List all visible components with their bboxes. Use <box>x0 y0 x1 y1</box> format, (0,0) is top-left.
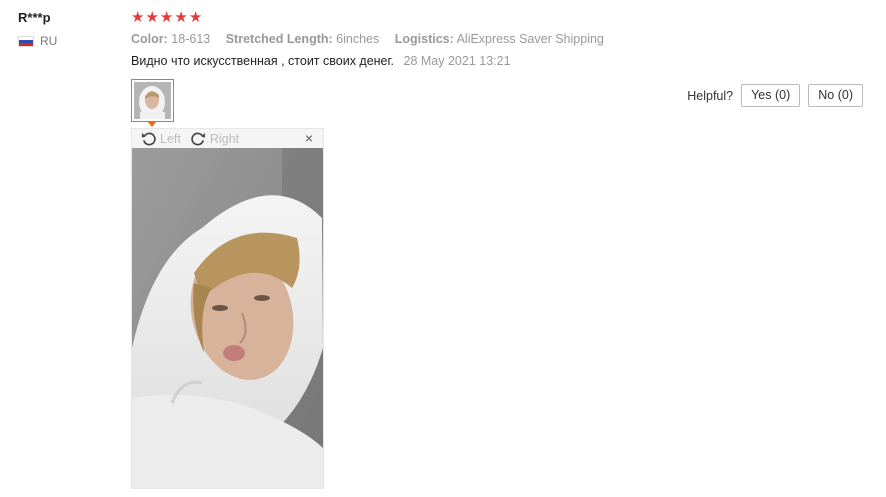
reviewer-name: R***p <box>18 10 51 25</box>
star-icon: ★ <box>159 9 174 26</box>
close-icon[interactable]: × <box>305 130 313 146</box>
thumbnail-image <box>134 82 171 119</box>
review-text: Видно что искусственная , стоит своих де… <box>131 54 395 68</box>
star-icon: ★ <box>131 9 145 26</box>
attr-color-value: 18-613 <box>171 32 211 46</box>
rotate-right-label: Right <box>209 131 240 146</box>
rotate-left-icon <box>141 132 156 146</box>
helpful-no-button[interactable]: No (0) <box>808 84 863 107</box>
rotate-left-label: Left <box>160 131 181 146</box>
review-date: 28 May 2021 13:21 <box>403 54 511 68</box>
rotate-right-icon <box>191 132 205 146</box>
attr-logistics-value: AliExpress Saver Shipping <box>456 32 604 46</box>
attr-length-value: 6inches <box>336 32 380 46</box>
rotate-right-button[interactable]: Right <box>191 131 239 146</box>
review-photo-thumbnail[interactable] <box>131 79 174 122</box>
attr-color-key: Color: <box>131 32 168 46</box>
country-code: RU <box>40 34 58 48</box>
viewer-toolbar: Left Right × <box>132 129 323 148</box>
thumbnail-selected-arrow <box>147 121 157 127</box>
attr-length-key: Stretched Length: <box>225 32 333 46</box>
star-icon: ★ <box>188 9 203 26</box>
order-attributes: Color: 18-613 Stretched Length: 6inches … <box>131 32 616 46</box>
russia-flag-icon <box>18 35 34 47</box>
helpful-yes-button[interactable]: Yes (0) <box>741 84 801 107</box>
helpful-label: Helpful? <box>687 88 734 103</box>
rotate-left-button[interactable]: Left <box>141 131 181 146</box>
reviewer-country: RU <box>18 34 57 48</box>
star-icon: ★ <box>145 9 159 26</box>
review-content: Видно что искусственная , стоит своих де… <box>131 54 511 68</box>
star-icon: ★ <box>174 9 188 26</box>
review-photo <box>132 148 323 488</box>
photo-viewer: Left Right × <box>131 128 324 489</box>
helpful-vote: Helpful? Yes (0) No (0) <box>687 84 863 107</box>
attr-logistics-key: Logistics: <box>394 32 454 46</box>
star-rating: ★ ★ ★ ★ ★ <box>131 10 202 26</box>
reviewer-info: R***p RU <box>18 10 57 48</box>
